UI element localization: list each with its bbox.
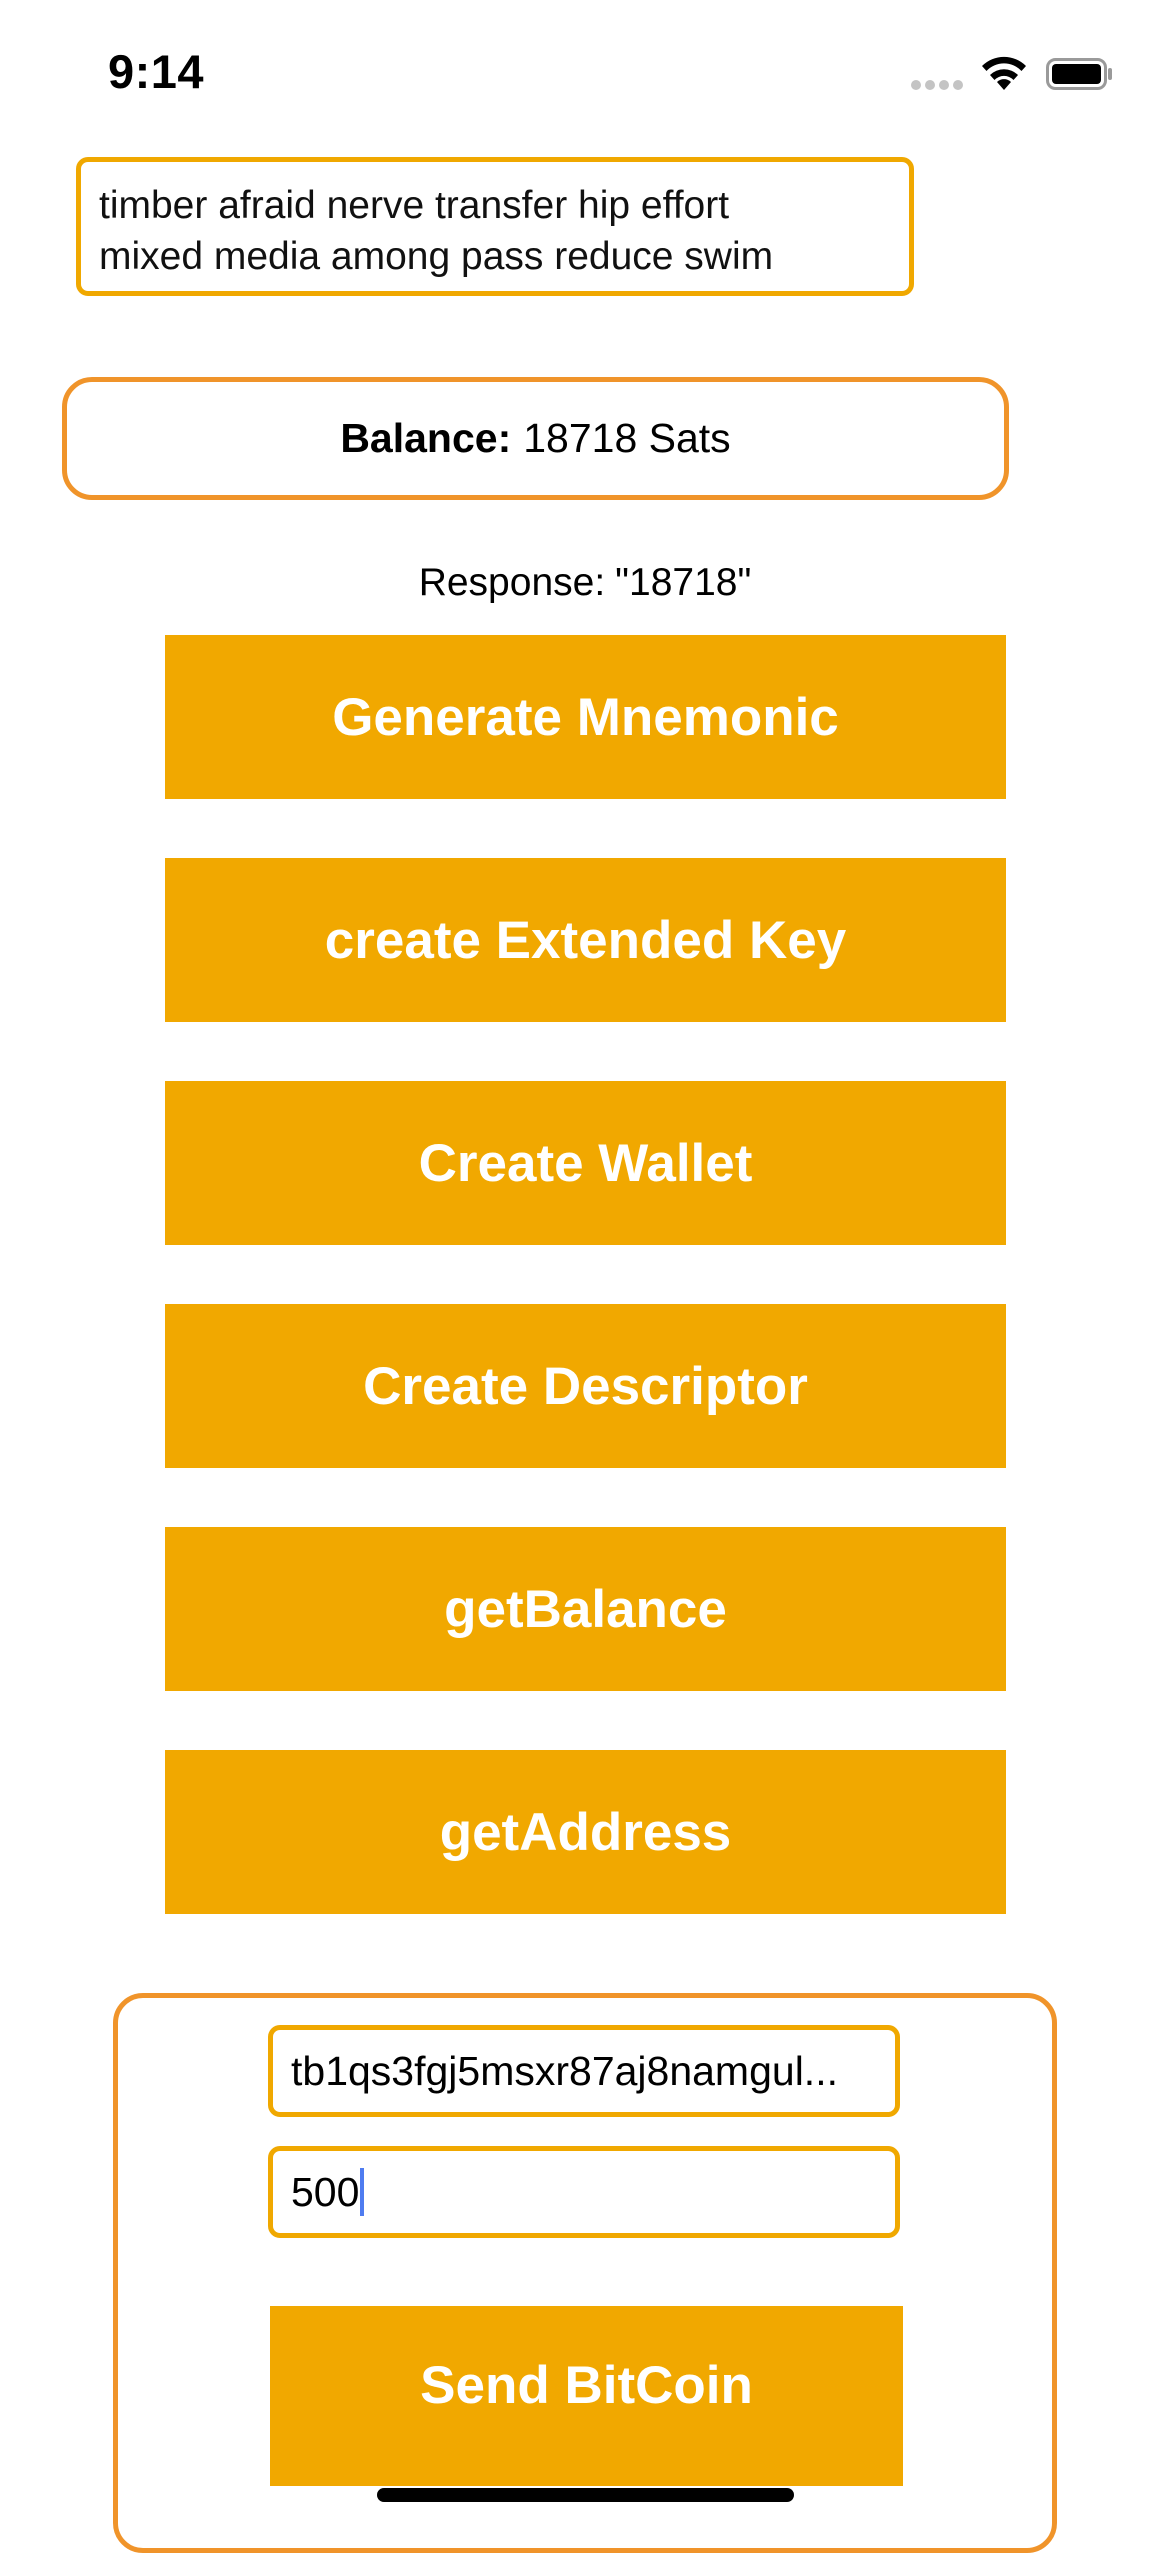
create-descriptor-button[interactable]: Create Descriptor: [165, 1304, 1006, 1468]
get-address-button[interactable]: getAddress: [165, 1750, 1006, 1914]
mnemonic-display: timber afraid nerve transfer hip effort …: [76, 157, 914, 296]
balance-display: Balance: 18718 Sats: [62, 377, 1009, 500]
amount-value: 500: [291, 2168, 360, 2215]
battery-icon: [1046, 58, 1112, 90]
response-value: "18718": [615, 561, 752, 604]
send-bitcoin-button[interactable]: Send BitCoin: [270, 2306, 903, 2486]
wifi-icon: [982, 56, 1026, 90]
status-time: 9:14: [108, 45, 205, 98]
get-balance-button[interactable]: getBalance: [165, 1527, 1006, 1691]
mnemonic-line-2: mixed media among pass reduce swim: [99, 235, 774, 278]
generate-mnemonic-button[interactable]: Generate Mnemonic: [165, 635, 1006, 799]
amount-input[interactable]: 500: [268, 2146, 900, 2238]
status-bar: 9:14: [0, 0, 1170, 140]
recipient-address-input[interactable]: tb1qs3fgj5msxr87aj8namgul...: [268, 2025, 900, 2117]
mnemonic-line-1: timber afraid nerve transfer hip effort: [99, 184, 730, 227]
balance-label: Balance:: [340, 415, 512, 461]
response-text: Response: "18718": [0, 561, 1170, 605]
response-prefix: Response:: [418, 561, 606, 604]
create-extended-key-button[interactable]: create Extended Key: [165, 858, 1006, 1022]
text-caret: [360, 2168, 365, 2216]
cellular-signal-icon: [911, 80, 963, 92]
home-indicator[interactable]: [377, 2488, 794, 2502]
balance-value: 18718 Sats: [523, 415, 731, 461]
create-wallet-button[interactable]: Create Wallet: [165, 1081, 1006, 1245]
recipient-address-value: tb1qs3fgj5msxr87aj8namgul...: [291, 2047, 838, 2094]
